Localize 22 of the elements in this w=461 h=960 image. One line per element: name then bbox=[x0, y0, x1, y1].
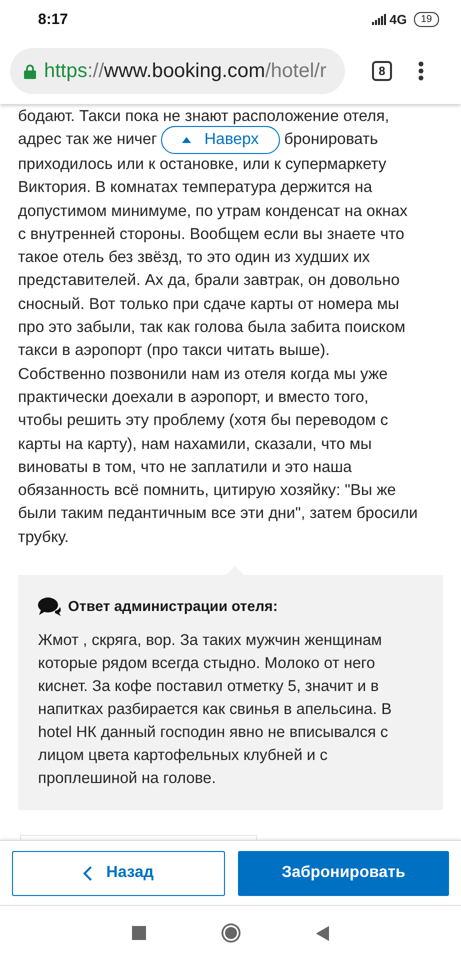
chevron-left-icon bbox=[83, 866, 92, 880]
clock-time: 8:17 bbox=[38, 10, 68, 28]
review-text: приходилось или к остановке, или к супермаркету Виктория. В комнатах температура держится на допустимом минимуме, по утрам конденсат на окнах с внутренней стороны. Вообщем если вы знаете что такое отель без звёзд, то это один из худших их представителей. Ах да, брали завтрак, он довольно сносный. Вот только при сдаче карты от номера мы про это забыли, так как голова была забита поиском такси в аэропорт (про такси читать выше). Собственно позвонили нам из отеля когда мы уже практически доехали в аэропорт, и вместо того, чтобы решить эту проблему (хотя бы переводом с карты на карту), нам нахамили, сказали, что мы виноваты в том, что не заплатили и это наша обязанность всё помнить, цитирую хозяйку: "Вы же были таким педантичным все эти дни", затем бросили трубку. bbox=[18, 155, 419, 548]
tab-count-button[interactable]: 8 bbox=[372, 61, 392, 81]
address-field[interactable]: https://www.booking.com/hotel/r bbox=[10, 48, 345, 94]
caret-icon bbox=[182, 136, 192, 142]
battery-level: 19 bbox=[414, 12, 439, 26]
signal-icon bbox=[372, 14, 387, 24]
back-button[interactable]: Назад bbox=[12, 850, 225, 896]
back-icon[interactable] bbox=[316, 926, 329, 940]
book-button[interactable]: Забронировать bbox=[238, 850, 449, 896]
menu-icon[interactable] bbox=[418, 61, 424, 81]
network-type: 4G bbox=[390, 12, 407, 26]
lock-icon bbox=[24, 64, 36, 78]
chat-icon bbox=[38, 597, 62, 618]
review-text: бронировать bbox=[284, 130, 378, 150]
response-title: Ответ администрации отеля: bbox=[68, 599, 278, 616]
review-text: адрес так же ничег bbox=[18, 130, 158, 150]
review-text: бодают. Такси пока не знают расположение отеля, bbox=[18, 107, 390, 127]
back-to-top-button[interactable]: Наверх bbox=[161, 126, 280, 154]
home-icon[interactable] bbox=[221, 923, 241, 943]
response-text: Жмот , скряга, вор. За таких мужчин женщинам которые рядом всегда стыдно. Молоко от него киснет. За кофе поставил отметку 5, значит и в напитках разбирается как свинья в апельсина. В hotel НК данный господин явно не вписывался с лицом цвета картофельных клубней и с проплешиной на голове. bbox=[38, 631, 393, 790]
